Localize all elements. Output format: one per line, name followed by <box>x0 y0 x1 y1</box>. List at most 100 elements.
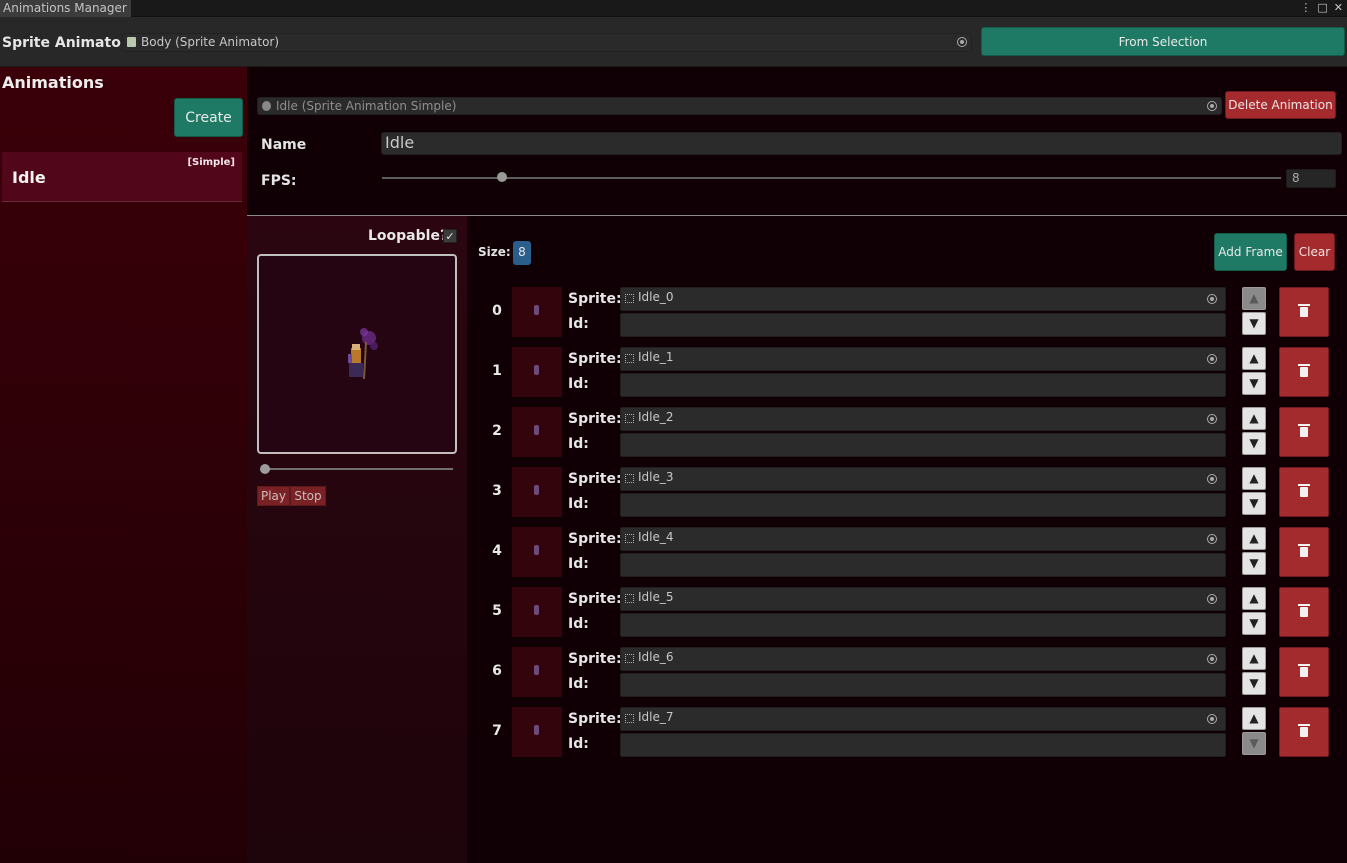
sprite-label: Sprite: <box>568 591 622 607</box>
object-picker-icon[interactable] <box>1207 714 1217 724</box>
loopable-checkbox[interactable]: ✓ <box>443 229 457 243</box>
sprite-label: Sprite: <box>568 411 622 427</box>
frame-thumbnail <box>512 527 562 577</box>
sprite-animator-field[interactable]: Body (Sprite Animator) <box>122 33 972 52</box>
move-down-button[interactable]: ▼ <box>1242 492 1266 515</box>
move-down-button[interactable]: ▼ <box>1242 552 1266 575</box>
maximize-icon[interactable]: □ <box>1317 0 1327 17</box>
move-down-button[interactable]: ▼ <box>1242 732 1266 755</box>
move-up-button[interactable]: ▲ <box>1242 707 1266 730</box>
window-tab[interactable]: Animations Manager <box>0 0 131 17</box>
delete-frame-button[interactable] <box>1279 527 1329 577</box>
kebab-icon[interactable]: ⋮ <box>1300 0 1311 17</box>
sprite-icon <box>625 654 634 663</box>
window-tab-label: Animations Manager <box>3 1 127 15</box>
sidebar-item-idle[interactable]: [Simple] Idle <box>2 152 242 202</box>
stop-button[interactable]: Stop <box>290 486 326 506</box>
id-input[interactable] <box>620 433 1226 457</box>
sprite-label: Sprite: <box>568 351 622 367</box>
playback-timeline-handle[interactable] <box>260 464 270 474</box>
animation-preview <box>257 254 457 454</box>
object-picker-icon[interactable] <box>1207 414 1217 424</box>
move-down-button[interactable]: ▼ <box>1242 312 1266 335</box>
move-down-button[interactable]: ▼ <box>1242 372 1266 395</box>
object-picker-icon[interactable] <box>957 37 967 47</box>
move-down-button[interactable]: ▼ <box>1242 672 1266 695</box>
add-frame-button[interactable]: Add Frame <box>1214 233 1287 271</box>
sprite-thumbnail-icon <box>534 665 539 675</box>
sprite-field[interactable]: Idle_7 <box>620 707 1226 731</box>
object-picker-icon[interactable] <box>1207 101 1217 111</box>
sprite-thumbnail-icon <box>534 605 539 615</box>
id-input[interactable] <box>620 313 1226 337</box>
object-picker-icon[interactable] <box>1207 594 1217 604</box>
move-up-button[interactable]: ▲ <box>1242 527 1266 550</box>
object-picker-icon[interactable] <box>1207 654 1217 664</box>
frame-thumbnail <box>512 707 562 757</box>
fps-value: 8 <box>1292 171 1300 185</box>
object-picker-icon[interactable] <box>1207 354 1217 364</box>
sprite-field[interactable]: Idle_4 <box>620 527 1226 551</box>
sprite-field[interactable]: Idle_6 <box>620 647 1226 671</box>
fps-slider-track[interactable] <box>382 177 1281 179</box>
delete-frame-button[interactable] <box>1279 407 1329 457</box>
frame-thumbnail <box>512 467 562 517</box>
move-up-button[interactable]: ▲ <box>1242 287 1266 310</box>
frame-thumbnail <box>512 287 562 337</box>
id-input[interactable] <box>620 613 1226 637</box>
move-up-button[interactable]: ▲ <box>1242 647 1266 670</box>
id-input[interactable] <box>620 553 1226 577</box>
id-input[interactable] <box>620 493 1226 517</box>
loopable-label: Loopable? <box>368 228 449 244</box>
delete-frame-button[interactable] <box>1279 287 1329 337</box>
delete-frame-button[interactable] <box>1279 647 1329 697</box>
delete-frame-button[interactable] <box>1279 467 1329 517</box>
animation-asset-field[interactable]: Idle (Sprite Animation Simple) <box>257 97 1222 115</box>
fps-slider-handle[interactable] <box>496 172 507 182</box>
sprite-field[interactable]: Idle_1 <box>620 347 1226 371</box>
move-up-button[interactable]: ▲ <box>1242 467 1266 490</box>
create-button[interactable]: Create <box>174 98 243 137</box>
sprite-field[interactable]: Idle_2 <box>620 407 1226 431</box>
move-down-button[interactable]: ▼ <box>1242 432 1266 455</box>
arrow-down-icon: ▼ <box>1249 556 1259 570</box>
fps-value-input[interactable]: 8 <box>1286 169 1336 188</box>
fps-label: FPS: <box>261 173 297 189</box>
sprite-field[interactable]: Idle_0 <box>620 287 1226 311</box>
sprite-field-value: Idle_6 <box>638 650 674 664</box>
trash-icon <box>1298 604 1310 617</box>
delete-frame-button[interactable] <box>1279 707 1329 757</box>
sprite-field[interactable]: Idle_3 <box>620 467 1226 491</box>
sprite-icon <box>625 594 634 603</box>
clear-frames-button[interactable]: Clear <box>1294 233 1335 271</box>
object-picker-icon[interactable] <box>1207 474 1217 484</box>
delete-animation-button[interactable]: Delete Animation <box>1225 91 1336 119</box>
arrow-down-icon: ▼ <box>1249 616 1259 630</box>
playback-timeline[interactable] <box>261 468 453 470</box>
sprite-animator-field-value: Body (Sprite Animator) <box>141 35 280 49</box>
animation-name-input[interactable]: Idle <box>381 132 1342 155</box>
trash-icon <box>1298 484 1310 497</box>
window-controls: ⋮ □ ✕ <box>1300 0 1343 17</box>
id-input[interactable] <box>620 673 1226 697</box>
object-picker-icon[interactable] <box>1207 534 1217 544</box>
frame-row: 6 Sprite: Id: Idle_6 ▲ ▼ <box>467 647 1347 697</box>
frame-count-badge: 8 <box>513 241 531 265</box>
delete-frame-button[interactable] <box>1279 347 1329 397</box>
move-up-button[interactable]: ▲ <box>1242 587 1266 610</box>
sprite-thumbnail-icon <box>534 485 539 495</box>
move-down-button[interactable]: ▼ <box>1242 612 1266 635</box>
id-label: Id: <box>568 376 589 392</box>
animations-title: Animations <box>2 73 104 92</box>
object-picker-icon[interactable] <box>1207 294 1217 304</box>
delete-frame-button[interactable] <box>1279 587 1329 637</box>
play-button[interactable]: Play <box>257 486 290 506</box>
from-selection-button[interactable]: From Selection <box>981 27 1345 56</box>
sprite-field[interactable]: Idle_5 <box>620 587 1226 611</box>
size-label: Size: <box>478 245 511 259</box>
move-up-button[interactable]: ▲ <box>1242 407 1266 430</box>
close-icon[interactable]: ✕ <box>1334 0 1343 17</box>
id-input[interactable] <box>620 373 1226 397</box>
id-input[interactable] <box>620 733 1226 757</box>
move-up-button[interactable]: ▲ <box>1242 347 1266 370</box>
